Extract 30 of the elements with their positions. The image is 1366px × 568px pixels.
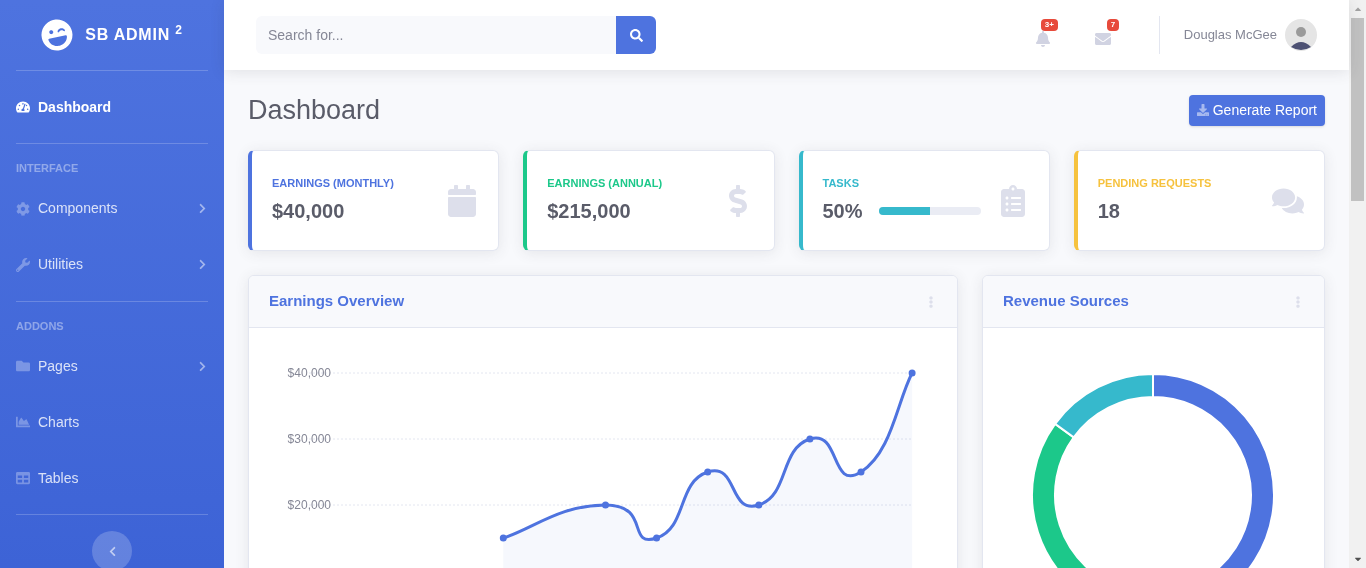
section-heading: ADDONS [16,318,65,334]
search-field[interactable]: Search for... [256,16,616,54]
page-title: Dashboard [248,93,381,127]
stat-label: EARNINGS (ANNUAL) [547,176,664,192]
stat-value: $215,000 [547,198,631,224]
brand-name[interactable]: SB ADMIN $^{2}$ [85,23,183,47]
y-axis-label: $20,000 [287,498,331,512]
stat-label: TASKS [822,176,860,192]
stat-value: $40,000 [272,198,345,224]
nav-item[interactable]: Charts [16,394,208,450]
nav-item[interactable]: Components [16,180,208,237]
alerts-count: 3+ [1040,19,1058,31]
nav-item[interactable]: Dashboard [16,79,208,135]
stat-label: PENDING REQUESTS [1097,176,1213,192]
nav-item[interactable]: Tables [16,450,208,506]
nav-item[interactable]: Utilities [16,236,208,293]
card-title: Revenue Sources [1003,291,1129,312]
generate-report-button[interactable]: Generate Report [1188,94,1325,126]
alerts-button[interactable]: 3+ [1030,19,1067,51]
stat-value: 50% [822,198,863,224]
stat-value: 18 [1097,198,1120,224]
stat-label: EARNINGS (MONTHLY) [272,176,395,192]
y-axis-label: $30,000 [287,432,331,446]
nav-item[interactable]: Pages [16,338,208,394]
card-title: Earnings Overview [269,291,405,312]
y-axis-label: $40,000 [287,366,331,380]
messages-button[interactable]: 7 [1090,19,1127,51]
messages-count: 7 [1106,19,1120,31]
user-menu[interactable]: Douglas McGee [1183,19,1317,51]
section-heading: INTERFACE [16,161,80,176]
